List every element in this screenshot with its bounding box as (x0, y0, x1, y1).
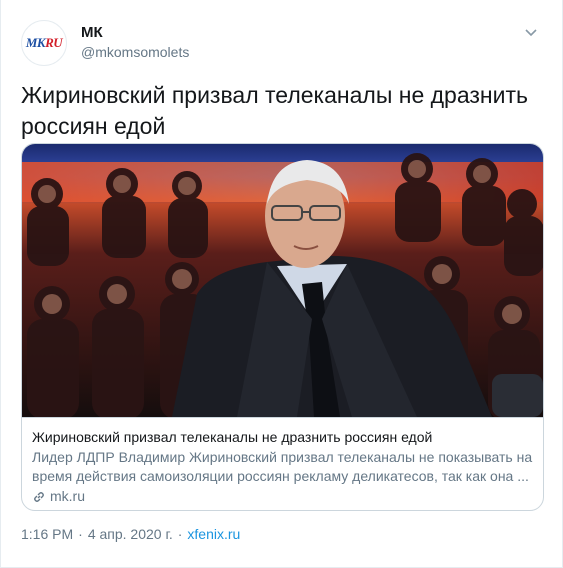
link-card[interactable]: Жириновский призвал телеканалы не дразни… (21, 143, 544, 511)
tweet-text: Жириновский призвал телеканалы не дразни… (21, 82, 528, 139)
tweet: MKRU МК @mkomsomolets Жириновский призва… (0, 0, 563, 568)
card-body: Жириновский призвал телеканалы не дразни… (22, 417, 543, 510)
tweet-time[interactable]: 1:16 PM (21, 526, 73, 542)
avatar[interactable]: MKRU (21, 20, 67, 66)
mk-logo: MKRU (25, 35, 63, 50)
author-handle[interactable]: @mkomsomolets (81, 43, 189, 61)
author-display-name[interactable]: МК (81, 24, 189, 42)
link-icon (34, 491, 44, 502)
chevron-down-icon[interactable] (522, 24, 540, 42)
card-image (22, 144, 543, 417)
card-domain-text: mk.ru (50, 488, 85, 504)
author-names: МК @mkomsomolets (81, 24, 189, 61)
tweet-date[interactable]: 4 апр. 2020 г. (88, 526, 173, 542)
footer-separator: · (78, 526, 83, 542)
tweet-source-link[interactable]: xfenix.ru (187, 526, 240, 542)
tweet-footer: 1:16 PM · 4 апр. 2020 г. · xfenix.ru (21, 526, 240, 542)
card-title: Жириновский призвал телеканалы не дразни… (32, 429, 433, 445)
tweet-header: MKRU МК @mkomsomolets (21, 16, 542, 68)
footer-separator: · (177, 526, 183, 542)
card-domain: mk.ru (32, 487, 533, 506)
card-description: Лидер ЛДПР Владимир Жириновский призвал … (32, 449, 533, 484)
